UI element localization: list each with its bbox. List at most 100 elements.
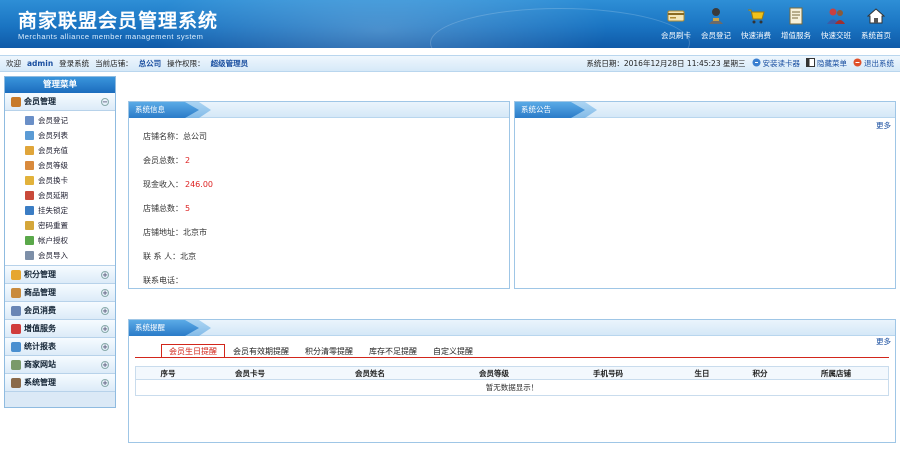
group-label: 会员消费 [24,306,56,315]
tab-low-stock[interactable]: 库存不足提醒 [361,344,425,358]
expand-icon[interactable]: + [101,288,109,297]
register-icon [25,116,34,125]
info-value: 北京市 [183,227,207,237]
tools-icon [11,377,21,388]
nav-label: 快速交班 [821,31,851,40]
permission-label: 操作权限： [167,59,205,68]
system-info-panel: 系统信息 店铺名称： 总公司 会员总数： 2 现金收入： 246.00 店铺总数： 5 … [128,101,510,289]
expand-icon[interactable]: + [101,306,109,315]
member-group-icon [11,96,21,107]
authorize-icon [25,236,34,245]
tab-birthday[interactable]: 会员生日提醒 [161,344,225,358]
nav-quick-shift[interactable]: 快速交班 [816,6,856,44]
tab-points-clear[interactable]: 积分清零提醒 [297,344,361,358]
info-label: 店铺总数： [143,203,183,213]
info-row-store-count: 店铺总数： 5 [143,196,495,220]
logout-link[interactable]: 退出系统 [853,58,894,69]
login-info: 欢迎 admin 登录系统 当前店铺： 总公司 操作权限： 超级管理员 [0,58,248,69]
status-bar: 欢迎 admin 登录系统 当前店铺： 总公司 操作权限： 超级管理员 系统日期… [0,55,900,72]
item-label: 会员延期 [38,191,68,200]
sidebar-group-member-items: 会员登记 会员列表 会员充值 会员等级 会员换卡 会员延期 挂失锁定 密码重置 … [5,111,115,266]
sidebar-group-points[interactable]: 积分管理 + [5,266,115,284]
nav-value-added[interactable]: 增值服务 [776,6,816,44]
group-label: 积分管理 [24,270,56,279]
sidebar-title: 管理菜单 [5,77,115,93]
info-label: 会员总数： [143,155,183,165]
app-header: 商家联盟会员管理系统 Merchants alliance member man… [0,0,900,48]
sidebar-item-member-register[interactable]: 会员登记 [5,113,115,128]
sidebar-item-password-reset[interactable]: 密码重置 [5,218,115,233]
sidebar-group-reports[interactable]: 统计报表 + [5,338,115,356]
info-label: 联 系 人： [143,251,181,261]
sidebar-group-website[interactable]: 商家网站 + [5,356,115,374]
panel-title: 系统信息 [129,102,199,118]
column-header: 序号 [160,368,176,378]
bar-chart-icon [11,341,21,352]
store-label: 当前店铺： [95,59,133,68]
empty-message: 暂无数据显示！ [485,383,539,392]
item-label: 会员充值 [38,146,68,155]
app-subtitle: Merchants alliance member management sys… [18,32,204,41]
sidebar-item-member-extend[interactable]: 会员延期 [5,188,115,203]
nav-label: 系统首页 [861,31,891,40]
collapse-icon[interactable]: − [101,97,109,106]
points-icon [11,269,21,280]
panel-header: 系统提醒 [129,320,895,336]
sidebar-group-value-added[interactable]: 增值服务 + [5,320,115,338]
panel-title: 系统提醒 [129,320,199,336]
info-label: 现金收入： [143,179,183,189]
sidebar-item-member-level[interactable]: 会员等级 [5,158,115,173]
nav-member-register[interactable]: 会员登记 [696,6,736,44]
group-label: 会员管理 [24,97,56,106]
info-value: 北京 [180,251,197,261]
system-date: 系统日期：2016年12月28日 11:45:23 星期三 [586,59,746,68]
sidebar-item-member-list[interactable]: 会员列表 [5,128,115,143]
reminder-more-link[interactable]: 更多 [876,336,891,347]
sidebar-item-account-auth[interactable]: 帐户授权 [5,233,115,248]
reminder-panel: 系统提醒 更多 会员生日提醒 会员有效期提醒 积分清零提醒 库存不足提醒 自定义… [128,319,896,443]
expand-icon[interactable]: + [101,342,109,351]
sidebar-group-member[interactable]: 会员管理 − [5,93,115,111]
info-value: 2 [185,155,191,165]
users-icon [826,6,846,26]
sidebar-item-member-import[interactable]: 会员导入 [5,248,115,263]
group-label: 增值服务 [24,324,56,333]
item-label: 会员等级 [38,161,68,170]
install-card-reader-link[interactable]: 安装读卡器 [752,58,800,69]
announcement-more-link[interactable]: 更多 [876,120,891,131]
expand-icon[interactable]: + [101,378,109,387]
cart-icon [746,6,766,26]
group-label: 统计报表 [24,342,56,351]
hide-menu-link[interactable]: 隐藏菜单 [806,58,847,69]
tab-divider [135,357,889,358]
sidebar-item-member-recharge[interactable]: 会员充值 [5,143,115,158]
nav-quick-consume[interactable]: 快速消费 [736,6,776,44]
sidebar-item-member-card-change[interactable]: 会员换卡 [5,173,115,188]
tab-validity[interactable]: 会员有效期提醒 [225,344,297,358]
sidebar: 管理菜单 会员管理 − 会员登记 会员列表 会员充值 会员等级 会员换卡 会员延… [4,76,116,408]
sidebar-item-report-lost[interactable]: 挂失锁定 [5,203,115,218]
calendar-icon [25,191,34,200]
expand-icon[interactable]: + [101,270,109,279]
logout-icon [853,58,862,69]
expand-icon[interactable]: + [101,360,109,369]
sidebar-group-system[interactable]: 系统管理 + [5,374,115,392]
system-info-list: 店铺名称： 总公司 会员总数： 2 现金收入： 246.00 店铺总数： 5 店铺地址：… [129,118,509,298]
tab-custom[interactable]: 自定义提醒 [425,344,481,358]
nav-home[interactable]: 系统首页 [856,6,896,44]
group-label: 商家网站 [24,360,56,369]
item-label: 会员换卡 [38,176,68,185]
key-icon [25,221,34,230]
column-header: 会员姓名 [355,368,385,378]
nav-label: 会员刷卡 [661,31,691,40]
expand-icon[interactable]: + [101,324,109,333]
info-value: 总公司 [183,131,207,141]
sidebar-group-goods[interactable]: 商品管理 + [5,284,115,302]
info-row-member-count: 会员总数： 2 [143,148,495,172]
nav-member-swipe-card[interactable]: 会员刷卡 [656,6,696,44]
sidebar-group-consume[interactable]: 会员消费 + [5,302,115,320]
home-icon [866,6,886,26]
nav-label: 会员登记 [701,31,731,40]
nav-label: 快速消费 [741,31,771,40]
column-header: 积分 [752,368,768,378]
